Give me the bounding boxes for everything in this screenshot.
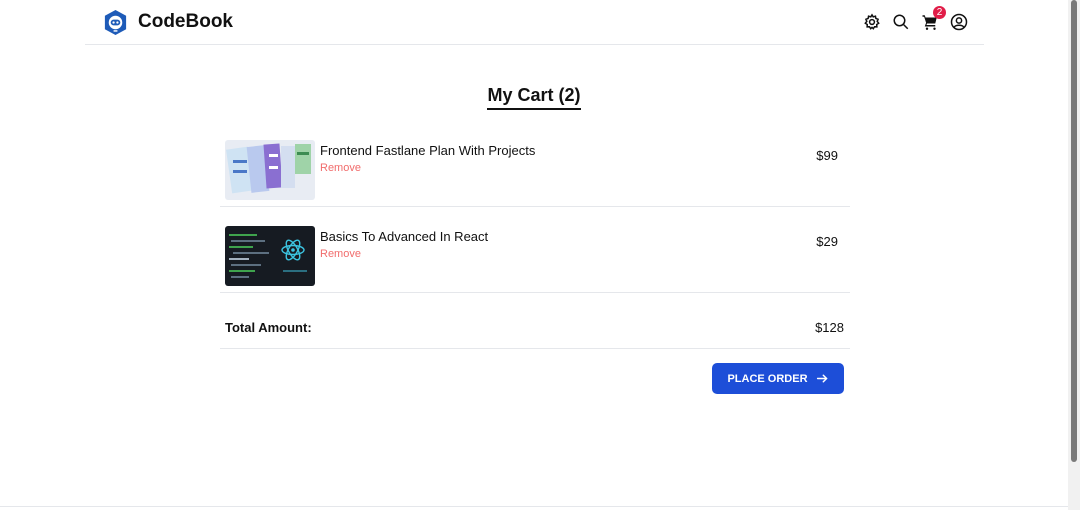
cart-button[interactable]: 2 bbox=[920, 6, 946, 32]
user-icon bbox=[950, 13, 968, 31]
cart-heading: My Cart (2) bbox=[0, 85, 1068, 110]
scrollbar-thumb[interactable] bbox=[1071, 0, 1077, 462]
codebook-logo-icon bbox=[104, 9, 127, 35]
footer-divider bbox=[0, 506, 1068, 507]
header-actions: 2 bbox=[862, 6, 969, 32]
product-image bbox=[225, 226, 315, 286]
search-icon bbox=[893, 14, 909, 30]
cart-item: Basics To Advanced In React Remove $29 bbox=[220, 218, 850, 293]
place-order-label: PLACE ORDER bbox=[727, 372, 808, 385]
page-scrollbar[interactable] bbox=[1068, 0, 1080, 510]
navbar: CodeBook 2 bbox=[85, 0, 984, 45]
cart-item: Frontend Fastlane Plan With Projects Rem… bbox=[220, 132, 850, 207]
product-price: $29 bbox=[816, 234, 838, 249]
page-title: My Cart (2) bbox=[487, 85, 581, 110]
product-thumbnail[interactable] bbox=[225, 226, 315, 286]
arrow-right-icon bbox=[816, 374, 827, 383]
remove-button[interactable]: Remove bbox=[320, 162, 361, 174]
cart-count-badge: 2 bbox=[933, 6, 946, 19]
product-name[interactable]: Basics To Advanced In React bbox=[320, 229, 488, 244]
product-name[interactable]: Frontend Fastlane Plan With Projects bbox=[320, 143, 535, 158]
place-order-button[interactable]: PLACE ORDER bbox=[712, 363, 844, 394]
brand-name: CodeBook bbox=[138, 11, 233, 32]
gear-icon bbox=[864, 13, 880, 30]
brand-link[interactable]: CodeBook bbox=[102, 9, 233, 36]
settings-button[interactable] bbox=[862, 12, 882, 32]
product-thumbnail[interactable] bbox=[225, 140, 315, 200]
product-image bbox=[225, 140, 315, 200]
cart-list: Frontend Fastlane Plan With Projects Rem… bbox=[220, 132, 850, 293]
account-button[interactable] bbox=[949, 12, 969, 32]
search-button[interactable] bbox=[891, 12, 911, 32]
remove-button[interactable]: Remove bbox=[320, 248, 361, 260]
total-amount: $128 bbox=[815, 320, 844, 335]
total-label: Total Amount: bbox=[225, 320, 312, 335]
total-row: Total Amount: $128 bbox=[220, 306, 850, 349]
product-price: $99 bbox=[816, 148, 838, 163]
